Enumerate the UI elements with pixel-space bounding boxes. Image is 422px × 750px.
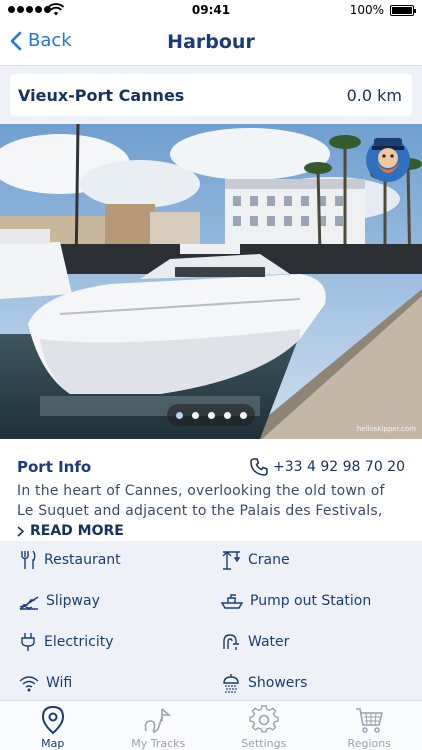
fork-knife-icon — [21, 550, 36, 569]
facility-wifi: Wifi — [18, 670, 72, 696]
harbour-photo — [0, 124, 422, 439]
facility-label: Restaurant — [44, 552, 121, 568]
phone-icon — [250, 458, 268, 476]
wifi-icon — [19, 676, 39, 692]
phone-number: +33 4 92 98 70 20 — [273, 459, 405, 475]
tab-my-tracks[interactable]: My Tracks — [106, 701, 212, 750]
facility-water: Water — [220, 629, 289, 655]
facility-label: Pump out Station — [250, 593, 372, 609]
read-more-link[interactable]: READ MORE — [17, 523, 405, 539]
facility-label: Water — [248, 634, 290, 650]
tab-regions[interactable]: Regions — [317, 701, 422, 750]
navigation-bar: Back Harbour — [0, 22, 422, 66]
facility-crane: Crane — [220, 547, 290, 573]
status-bar: 09:41 100% — [0, 0, 422, 22]
pager-dot[interactable] — [207, 411, 215, 419]
chevron-right-icon — [17, 525, 24, 537]
crane-icon — [222, 551, 241, 570]
facilities-grid: Restaurant Crane Slipway Pump out Statio… — [0, 541, 422, 701]
pager-dot-active[interactable] — [175, 411, 183, 419]
facility-electricity: Electricity — [18, 629, 114, 655]
facility-label: Crane — [248, 552, 290, 568]
plug-icon — [21, 633, 35, 651]
photo-watermark: helloskipper.com — [356, 425, 416, 433]
battery-icon — [390, 5, 416, 16]
map-pin-icon — [41, 705, 64, 735]
port-info-description: In the heart of Cannes, overlooking the … — [17, 483, 385, 519]
facility-label: Electricity — [44, 634, 114, 650]
skipper-mascot-icon — [366, 138, 410, 182]
facility-slipway: Slipway — [18, 588, 100, 614]
pager-dot[interactable] — [191, 411, 199, 419]
photo-pager[interactable] — [167, 404, 255, 426]
facility-pump-out: Pump out Station — [220, 588, 371, 614]
tab-label: Map — [41, 737, 65, 750]
tab-settings[interactable]: Settings — [211, 701, 317, 750]
facility-restaurant: Restaurant — [18, 547, 121, 573]
tab-bar: Map My Tracks Settings Regions — [0, 700, 422, 750]
page-title: Harbour — [167, 31, 255, 53]
harbour-distance: 0.0 km — [346, 85, 402, 105]
tracks-icon — [144, 708, 172, 733]
battery-percent: 100% — [349, 3, 384, 17]
tab-label: Settings — [241, 737, 287, 750]
shower-icon — [223, 674, 239, 693]
facility-showers: Showers — [220, 670, 307, 696]
facility-label: Wifi — [46, 675, 73, 691]
cart-icon — [356, 708, 384, 733]
pager-dot[interactable] — [223, 411, 231, 419]
facility-label: Slipway — [46, 593, 100, 609]
read-more-label: READ MORE — [30, 523, 124, 539]
phone-link[interactable]: +33 4 92 98 70 20 — [249, 457, 405, 477]
harbour-name: Vieux-Port Cannes — [18, 85, 185, 105]
harbour-photo-carousel[interactable]: helloskipper.com — [0, 124, 422, 439]
tab-label: My Tracks — [131, 737, 186, 750]
slipway-icon — [19, 596, 39, 610]
port-info-section: Port Info +33 4 92 98 70 20 In the heart… — [0, 439, 422, 541]
tap-icon — [223, 634, 239, 650]
pager-dot[interactable] — [239, 411, 247, 419]
pump-out-icon — [220, 594, 244, 609]
gear-icon — [249, 705, 279, 733]
facility-label: Showers — [248, 675, 308, 691]
harbour-name-card: Vieux-Port Cannes 0.0 km — [10, 74, 412, 116]
tab-map[interactable]: Map — [0, 701, 106, 750]
port-info-title: Port Info — [17, 458, 92, 476]
tab-label: Regions — [347, 737, 391, 750]
